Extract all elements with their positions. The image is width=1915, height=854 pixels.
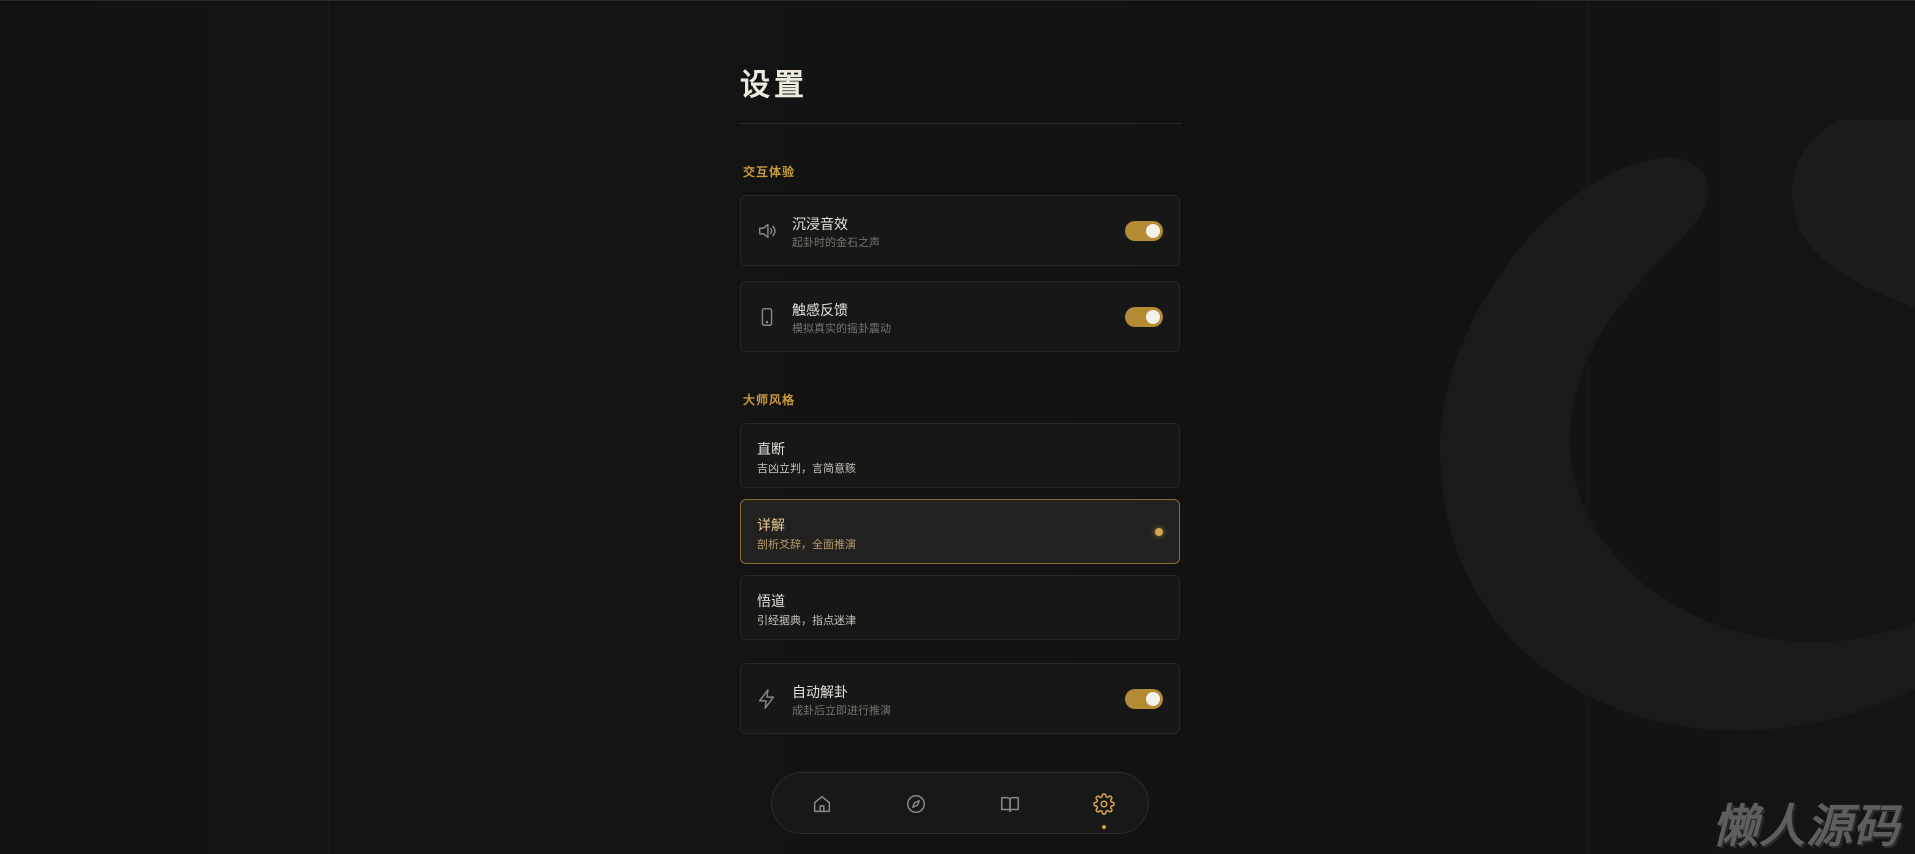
home-icon [809,793,835,815]
title-divider [740,123,1182,124]
style-option-subtitle: 引经据典，指点迷津 [757,614,856,627]
bg-stripe [1586,0,1588,854]
speaker-icon [756,220,778,242]
nav-library[interactable] [997,791,1023,817]
sound-setting-card: 沉浸音效 起卦时的金石之声 [740,195,1180,266]
sound-setting-subtitle: 起卦时的金石之声 [792,236,880,249]
sound-setting-title: 沉浸音效 [792,217,848,233]
app-root: 设置 交互体验 沉浸音效 起卦时的金石之声 触感反馈 模拟真实的摇卦震动 大师风… [0,0,1915,854]
nav-settings[interactable] [1091,791,1117,829]
top-border [0,0,1915,1]
style-option-title: 详解 [757,518,785,534]
style-option-direct[interactable]: 直断 吉凶立判，言简意赅 [740,423,1180,488]
section-label-interaction: 交互体验 [743,165,796,179]
auto-interpret-title: 自动解卦 [792,685,848,701]
style-option-detailed[interactable]: 详解 剖析爻辞，全面推演 [740,499,1180,564]
haptic-setting-subtitle: 模拟真实的摇卦震动 [792,322,891,335]
auto-interpret-subtitle: 成卦后立即进行推演 [792,704,891,717]
bg-stripe [328,0,330,854]
page-title: 设置 [740,68,808,103]
haptic-setting-card: 触感反馈 模拟真实的摇卦震动 [740,281,1180,352]
bottom-nav [771,772,1149,834]
style-option-enlighten[interactable]: 悟道 引经据典，指点迷津 [740,575,1180,640]
nav-home[interactable] [809,791,835,817]
phone-icon [756,306,778,328]
style-option-subtitle: 吉凶立判，言简意赅 [757,462,856,475]
style-option-title: 悟道 [757,594,785,610]
toggle-knob [1146,309,1160,324]
sound-toggle[interactable] [1125,220,1163,241]
watermark-logo: 懒人源码 [1712,799,1900,853]
lightning-icon [756,688,778,710]
style-option-title: 直断 [757,442,785,458]
toggle-knob [1146,223,1160,238]
haptic-toggle[interactable] [1125,306,1163,327]
compass-icon [903,793,929,815]
gear-icon [1091,793,1117,815]
section-label-master-style: 大师风格 [743,393,796,407]
haptic-setting-title: 触感反馈 [792,303,848,319]
selected-indicator [1155,527,1163,536]
auto-interpret-card: 自动解卦 成卦后立即进行推演 [740,663,1180,734]
background-swirl-decoration [1440,120,1915,731]
active-nav-indicator [1102,825,1106,829]
book-icon [997,793,1023,815]
nav-explore[interactable] [903,791,929,817]
toggle-knob [1146,691,1160,706]
style-option-subtitle: 剖析爻辞，全面推演 [757,538,856,551]
auto-interpret-toggle[interactable] [1125,688,1163,709]
